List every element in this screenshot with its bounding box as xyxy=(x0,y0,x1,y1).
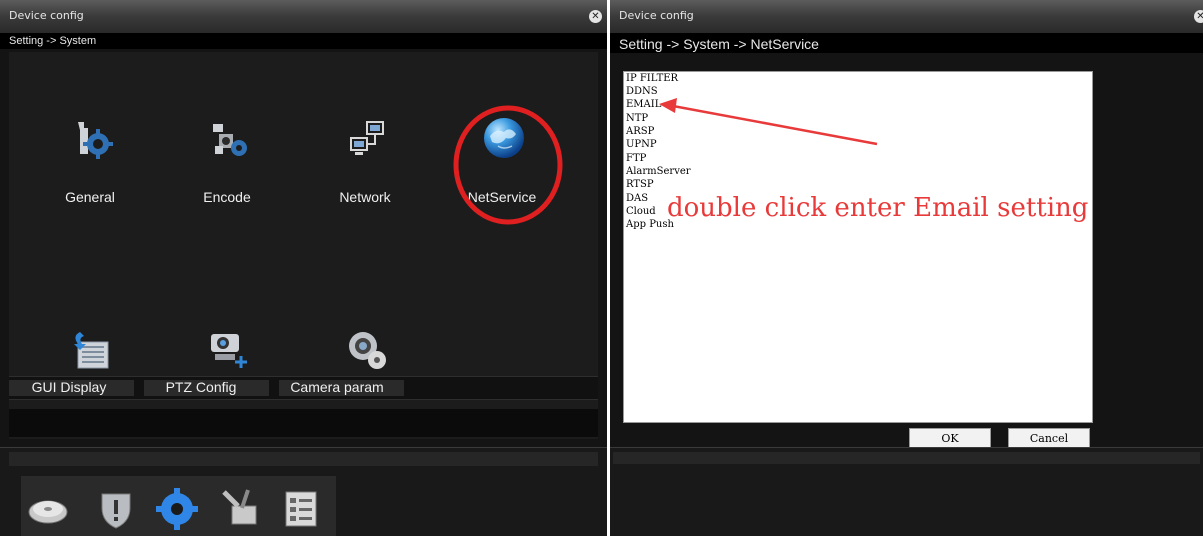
tile-label: General xyxy=(65,189,115,205)
list-item-das[interactable]: DAS xyxy=(626,193,648,205)
device-config-window-left: Device config ✕ Setting -> System Genera… xyxy=(0,0,607,536)
shield-icon[interactable] xyxy=(94,486,140,532)
close-icon[interactable]: ✕ xyxy=(589,10,602,23)
tile-label: Network xyxy=(339,189,391,205)
system-gear-icon[interactable] xyxy=(154,486,200,532)
network-computers-icon xyxy=(350,121,384,155)
list-item-ntp[interactable]: NTP xyxy=(626,113,648,125)
list-item-ip-filter[interactable]: IP FILTER xyxy=(626,73,678,85)
highlight-circle xyxy=(453,105,563,225)
tile-encode[interactable]: Encode xyxy=(167,116,287,205)
general-wrench-gear-icon xyxy=(78,122,113,159)
breadcrumb: Setting -> System -> NetService xyxy=(619,36,819,52)
tile-general[interactable]: General xyxy=(30,116,150,205)
bottom-dock xyxy=(0,447,607,536)
cancel-button[interactable]: Cancel xyxy=(1008,428,1090,448)
tile-network[interactable]: Network xyxy=(305,116,425,205)
disk-icon[interactable] xyxy=(26,486,72,532)
ptz-camera-icon xyxy=(211,334,247,368)
list-item-rtsp[interactable]: RTSP xyxy=(626,179,654,191)
right-bottom-panel xyxy=(610,447,1203,536)
info-list-icon[interactable] xyxy=(278,486,324,532)
list-item-alarmserver[interactable]: AlarmServer xyxy=(626,166,691,178)
list-item-upnp[interactable]: UPNP xyxy=(626,139,657,151)
title-bar[interactable]: Device config xyxy=(610,0,1203,33)
gui-display-icon xyxy=(74,332,109,369)
list-item-cloud[interactable]: Cloud xyxy=(626,206,656,218)
list-item-ddns[interactable]: DDNS xyxy=(626,86,658,98)
window-title: Device config xyxy=(9,9,84,22)
status-strip xyxy=(9,409,598,437)
tile-label-ptz-config: PTZ Config xyxy=(165,379,237,395)
encode-gears-icon xyxy=(213,124,247,156)
breadcrumb: Setting -> System xyxy=(9,35,97,47)
close-icon[interactable]: ✕ xyxy=(1194,10,1203,23)
window-title: Device config xyxy=(619,9,694,22)
list-item-ftp[interactable]: FTP xyxy=(626,153,646,165)
annotation-text: double click enter Email setting xyxy=(667,193,1089,223)
breadcrumb-bar: Setting -> System xyxy=(0,33,607,49)
annotation-arrow xyxy=(659,98,878,146)
tile-label-gui-display: GUI Display xyxy=(31,379,107,395)
tile-label-camera-param: Camera param xyxy=(290,379,384,395)
dock-divider xyxy=(9,452,598,466)
title-bar[interactable]: Device config xyxy=(0,0,607,33)
breadcrumb-bar: Setting -> System -> NetService xyxy=(610,33,1203,53)
list-item-arsp[interactable]: ARSP xyxy=(626,126,654,138)
ok-button[interactable]: OK xyxy=(909,428,991,448)
tile-label: Encode xyxy=(203,189,251,205)
bottom-strip xyxy=(613,452,1200,464)
device-config-window-right: Device config ✕ Setting -> System -> Net… xyxy=(610,0,1203,536)
camera-param-icon xyxy=(349,332,386,369)
tools-icon[interactable] xyxy=(218,486,264,532)
